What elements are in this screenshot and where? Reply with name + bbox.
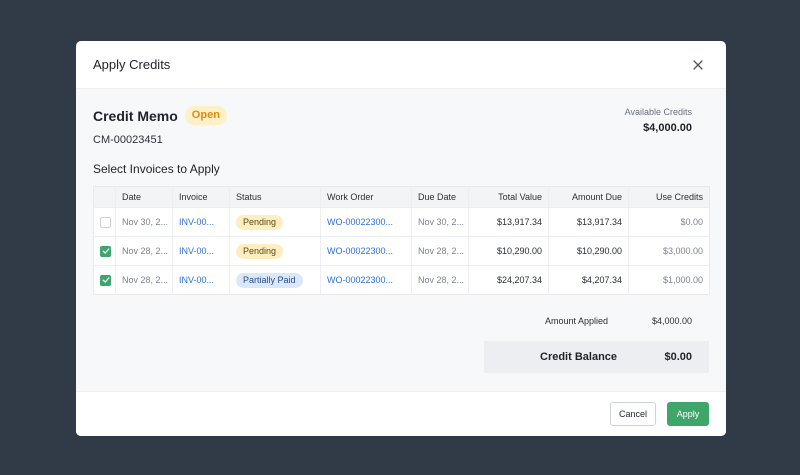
due-date-cell: Nov 28, 2... (411, 236, 469, 266)
table-row: Nov 28, 2... INV-00... Partially Paid WO… (93, 265, 710, 295)
status-cell: Pending (229, 207, 321, 237)
close-button[interactable] (688, 55, 708, 75)
status-cell: Pending (229, 236, 321, 266)
column-header-status[interactable]: Status (229, 186, 321, 208)
use-credits-input[interactable]: $0.00 (628, 207, 710, 237)
select-cell (93, 207, 116, 237)
section-title: Select Invoices to Apply (93, 162, 220, 176)
amount-due-cell: $13,917.34 (548, 207, 629, 237)
status-cell: Partially Paid (229, 265, 321, 295)
column-header-due-date[interactable]: Due Date (411, 186, 469, 208)
amount-applied-label: Amount Applied (545, 316, 609, 326)
column-header-amount-due[interactable]: Amount Due (548, 186, 629, 208)
invoice-link[interactable]: INV-00... (172, 236, 230, 266)
column-header-invoice[interactable]: Invoice (172, 186, 230, 208)
work-order-link[interactable]: WO-00022300... (320, 207, 412, 237)
modal-header: Apply Credits (76, 41, 726, 89)
total-value-cell: $13,917.34 (468, 207, 549, 237)
credit-memo-number: CM-00023451 (93, 134, 163, 146)
table-row: Nov 28, 2... INV-00... Pending WO-000223… (93, 236, 710, 266)
work-order-link[interactable]: WO-00022300... (320, 236, 412, 266)
modal-footer: Cancel Apply (76, 391, 726, 436)
column-header-work-order[interactable]: Work Order (320, 186, 412, 208)
amount-applied-row: Amount Applied $4,000.00 (484, 312, 709, 330)
total-value-cell: $24,207.34 (468, 265, 549, 295)
table-header-row: Date Invoice Status Work Order Due Date … (93, 186, 710, 208)
column-header-total-value[interactable]: Total Value (468, 186, 549, 208)
credit-balance-label: Credit Balance (540, 351, 618, 363)
column-header-use-credits[interactable]: Use Credits (628, 186, 710, 208)
credit-memo-title: Credit Memo (93, 107, 178, 124)
available-credits-label: Available Credits (624, 107, 692, 117)
select-cell (93, 265, 116, 295)
row-checkbox[interactable] (100, 216, 111, 228)
column-header-date[interactable]: Date (115, 186, 173, 208)
use-credits-input[interactable]: $3,000.00 (628, 236, 710, 266)
date-cell: Nov 30, 2... (115, 207, 173, 237)
invoice-link[interactable]: INV-00... (172, 265, 230, 295)
credit-balance-value: $0.00 (664, 351, 692, 363)
amount-due-cell: $10,290.00 (548, 236, 629, 266)
use-credits-input[interactable]: $1,000.00 (628, 265, 710, 295)
date-cell: Nov 28, 2... (115, 236, 173, 266)
status-pill: Pending (236, 214, 284, 230)
check-icon (102, 248, 109, 254)
credit-balance-row: Credit Balance $0.00 (484, 341, 709, 373)
table-row: Nov 30, 2... INV-00... Pending WO-000223… (93, 207, 710, 237)
amount-applied-value: $4,000.00 (651, 316, 692, 326)
available-credits-value: $4,000.00 (643, 122, 692, 134)
credit-summary: Amount Applied $4,000.00 Credit Balance … (484, 312, 709, 373)
credit-memo-title-group: Credit Memo Open (93, 106, 227, 125)
invoices-table: Date Invoice Status Work Order Due Date … (93, 186, 710, 295)
check-icon (102, 277, 109, 283)
status-badge: Open (184, 106, 227, 125)
due-date-cell: Nov 28, 2... (411, 265, 469, 295)
work-order-link[interactable]: WO-00022300... (320, 265, 412, 295)
invoice-link[interactable]: INV-00... (172, 207, 230, 237)
modal-body: Credit Memo Open CM-00023451 Available C… (76, 89, 726, 391)
credit-memo-header: Credit Memo Open CM-00023451 Available C… (93, 89, 709, 163)
row-checkbox[interactable] (100, 245, 111, 257)
date-cell: Nov 28, 2... (115, 265, 173, 295)
row-checkbox[interactable] (100, 274, 111, 286)
cancel-button[interactable]: Cancel (610, 402, 656, 426)
close-icon (693, 59, 703, 70)
due-date-cell: Nov 30, 2... (411, 207, 469, 237)
available-credits: Available Credits $4,000.00 (625, 107, 692, 134)
amount-due-cell: $4,207.34 (548, 265, 629, 295)
status-pill: Partially Paid (236, 272, 303, 288)
column-header-select (93, 186, 116, 208)
apply-credits-modal: Apply Credits Credit Memo Open CM-000234… (76, 41, 726, 436)
apply-button[interactable]: Apply (667, 402, 709, 426)
total-value-cell: $10,290.00 (468, 236, 549, 266)
status-pill: Pending (236, 243, 284, 259)
modal-title: Apply Credits (93, 57, 171, 72)
select-cell (93, 236, 116, 266)
